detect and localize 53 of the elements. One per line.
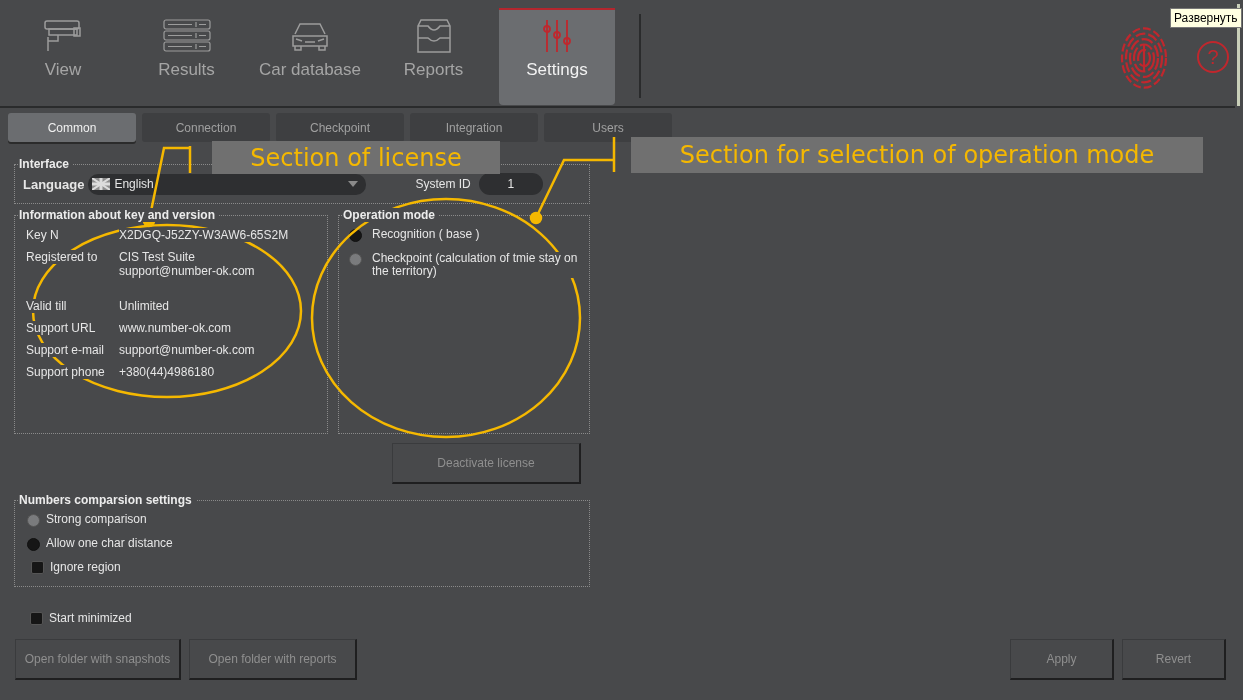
- option-label: Ignore region: [50, 561, 121, 574]
- checkbox[interactable]: [31, 561, 44, 574]
- info-label: Registered to: [26, 250, 98, 264]
- option-label: Strong comparison: [46, 513, 147, 526]
- nav-tab[interactable]: View: [5, 8, 121, 105]
- option-label: Start minimized: [49, 612, 132, 625]
- field-label: System ID: [415, 177, 471, 191]
- info-value: www.number-ok.com: [119, 321, 232, 335]
- checkbox[interactable]: [30, 612, 43, 625]
- action-button[interactable]: Revert: [1122, 639, 1226, 680]
- radio-button[interactable]: [27, 538, 40, 551]
- info-label: Support phone: [26, 365, 105, 379]
- nav-tab[interactable]: Results: [128, 8, 245, 105]
- folder-button[interactable]: Open folder with reports: [189, 639, 357, 680]
- radio-button[interactable]: [349, 253, 362, 266]
- info-value: Unlimited: [119, 299, 169, 313]
- annotation-label: Section of license: [212, 141, 500, 174]
- subtab[interactable]: Common: [8, 113, 136, 142]
- info-label: Valid till: [26, 299, 67, 313]
- info-value: support@number-ok.com: [119, 264, 255, 278]
- subtab[interactable]: Connection: [142, 113, 270, 142]
- fingerprint-icon[interactable]: [1119, 25, 1169, 91]
- subtab[interactable]: Users: [544, 113, 672, 142]
- flag-icon: [92, 178, 111, 190]
- tooltip: Развернуть: [1170, 8, 1242, 28]
- info-value: +380(44)4986180: [119, 365, 215, 379]
- language-dropdown[interactable]: English: [88, 173, 367, 195]
- subtab[interactable]: Checkpoint: [276, 113, 404, 142]
- info-label: Key N: [26, 228, 59, 242]
- nav-tab[interactable]: Settings: [499, 8, 615, 105]
- option-label: Recognition ( base ): [372, 228, 480, 241]
- license-plates-icon: [162, 19, 211, 53]
- system-id-field[interactable]: 1: [478, 173, 543, 195]
- info-value: CIS Test Suite: [119, 250, 195, 264]
- info-label: Support URL: [26, 321, 96, 335]
- option-label: Allow one char distance: [46, 537, 173, 550]
- nav-tab[interactable]: Car database: [252, 8, 368, 105]
- camera-icon: [44, 20, 82, 52]
- field-label: Language: [23, 176, 85, 192]
- action-button[interactable]: Apply: [1010, 639, 1114, 680]
- folder-button[interactable]: Open folder with snapshots: [15, 639, 181, 680]
- drawer-icon: [416, 19, 451, 53]
- info-value: support@number-ok.com: [119, 343, 255, 357]
- car-icon: [290, 20, 330, 52]
- caret-icon: [348, 181, 359, 187]
- info-label: Support e-mail: [26, 343, 105, 357]
- sliders-icon: [543, 19, 571, 53]
- info-value: X2DGQ-J52ZY-W3AW6-65S2M: [119, 228, 289, 242]
- annotation-label: Section for selection of operation mode: [631, 137, 1203, 173]
- radio-button[interactable]: [27, 514, 40, 527]
- nav-tab[interactable]: Reports: [375, 8, 492, 105]
- subtab[interactable]: Integration: [410, 113, 538, 142]
- deactivate-button[interactable]: Deactivate license: [392, 443, 581, 484]
